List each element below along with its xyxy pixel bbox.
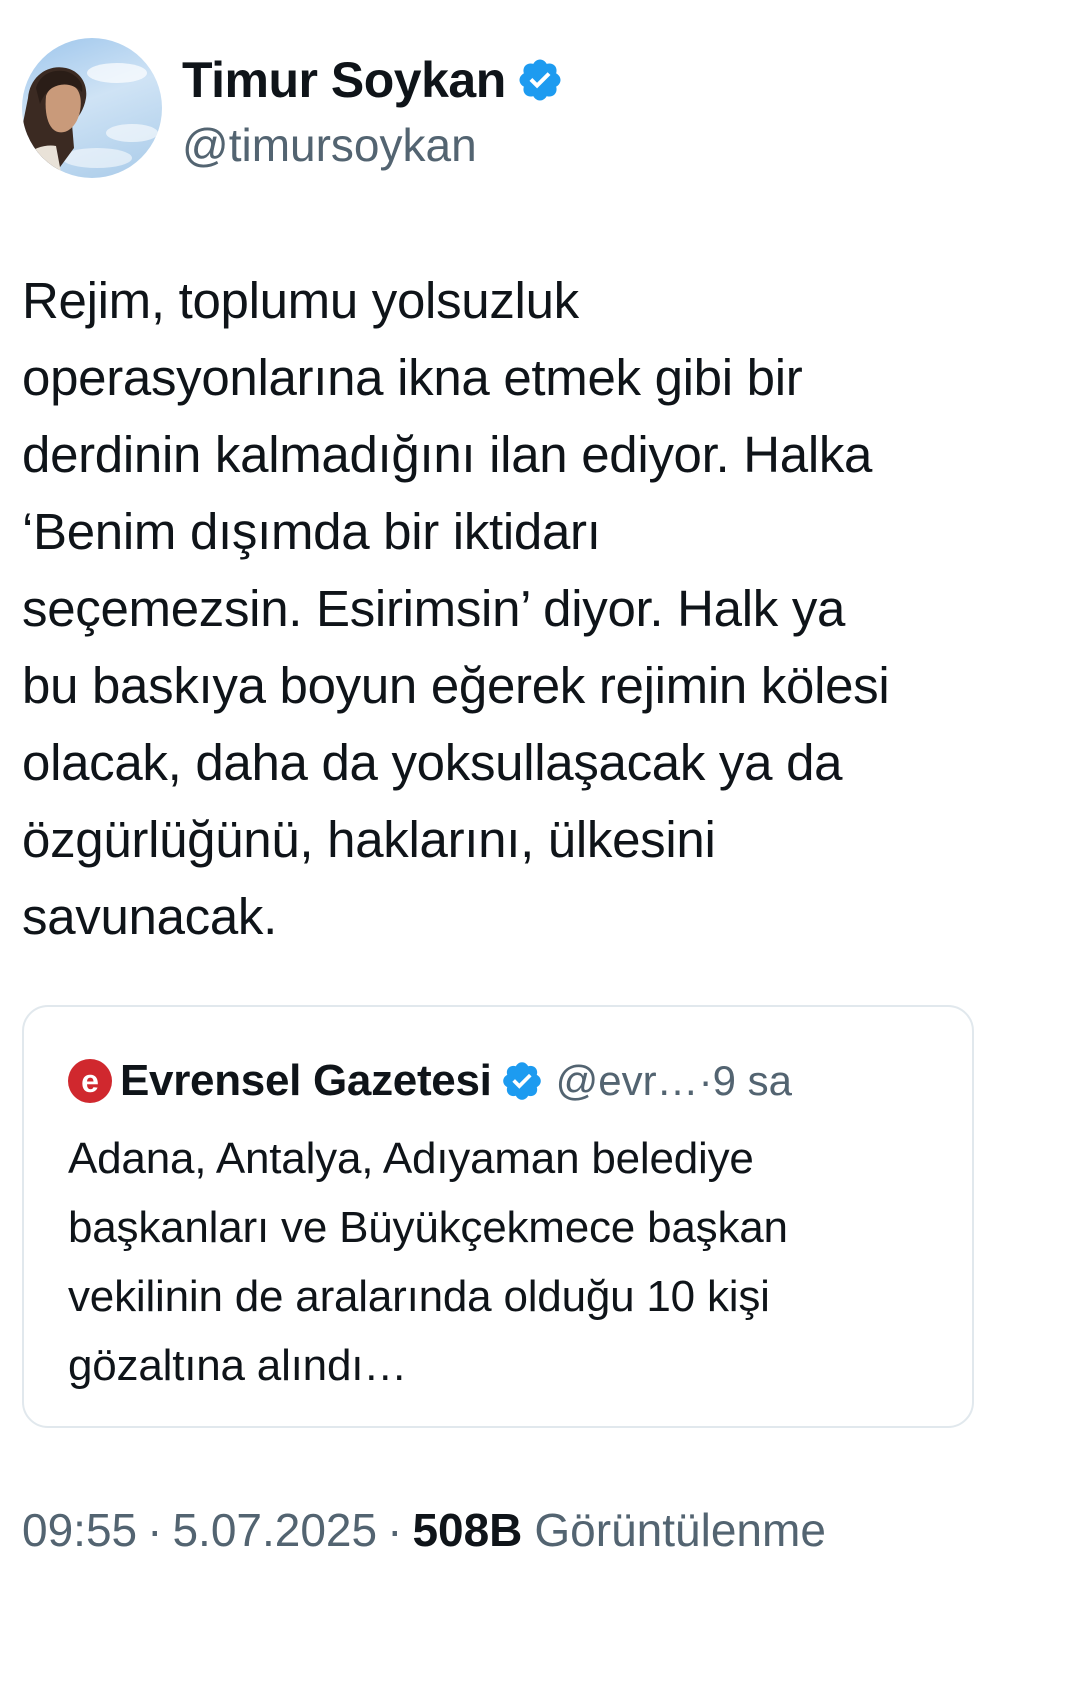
tweet-date[interactable]: 5.07.2025 [172, 1503, 377, 1557]
tweet-footer: 09:55 · 5.07.2025 · 508B Görüntülenme [22, 1498, 826, 1562]
author-header: Timur Soykan @timursoykan [182, 44, 564, 172]
quoted-tweet-text: Adana, Antalya, Adıyaman belediye başkan… [68, 1134, 788, 1390]
quoted-time-separator: · [698, 1057, 713, 1104]
quoted-author-handle[interactable]: @evr… [556, 1057, 699, 1105]
tweet-time[interactable]: 09:55 [22, 1503, 137, 1557]
quoted-tweet-card[interactable]: e Evrensel Gazetesi @evr… · 9 sa Adana, … [22, 1005, 974, 1428]
verified-badge-icon [500, 1059, 544, 1103]
quoted-tweet-header: e Evrensel Gazetesi @evr… · 9 sa [68, 1053, 792, 1109]
tweet-text: Rejim, toplumu yolsuzluk operasyonlarına… [22, 272, 890, 945]
footer-separator: · [387, 1504, 403, 1556]
evrensel-logo-icon: e [68, 1059, 112, 1103]
footer-separator: · [147, 1504, 163, 1556]
quoted-tweet-time[interactable]: 9 sa [713, 1057, 792, 1105]
views-label: Görüntülenme [534, 1504, 826, 1556]
author-display-name[interactable]: Timur Soykan [182, 51, 506, 109]
quoted-author-name[interactable]: Evrensel Gazetesi [120, 1056, 492, 1106]
author-avatar[interactable] [22, 38, 162, 178]
views-count[interactable]: 508B [412, 1503, 522, 1557]
verified-badge-icon[interactable] [516, 56, 564, 104]
author-name-row: Timur Soykan [182, 44, 564, 116]
avatar-photo [22, 63, 158, 178]
author-handle[interactable]: @timursoykan [182, 118, 564, 172]
